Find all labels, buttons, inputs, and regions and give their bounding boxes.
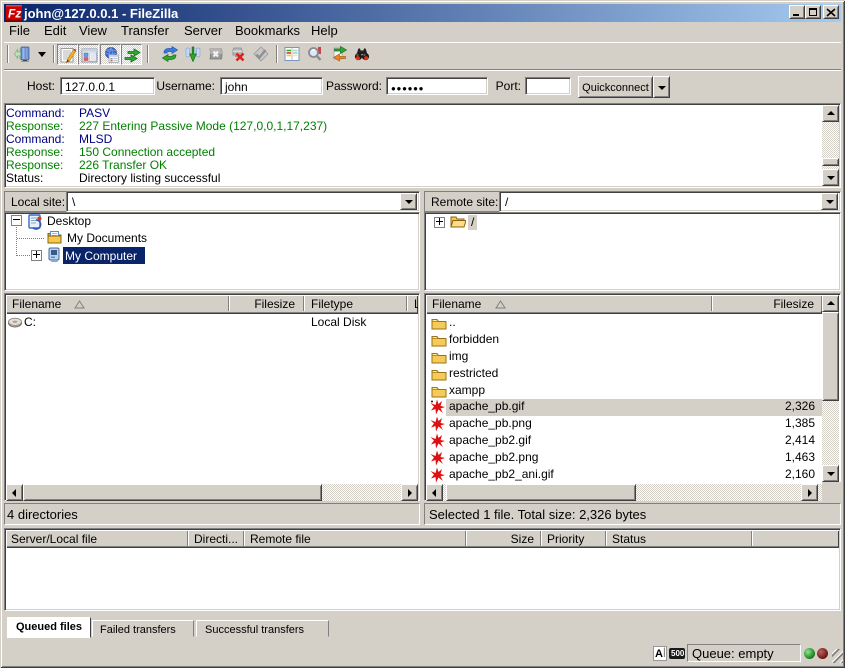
svg-text:Fz: Fz: [8, 7, 21, 21]
